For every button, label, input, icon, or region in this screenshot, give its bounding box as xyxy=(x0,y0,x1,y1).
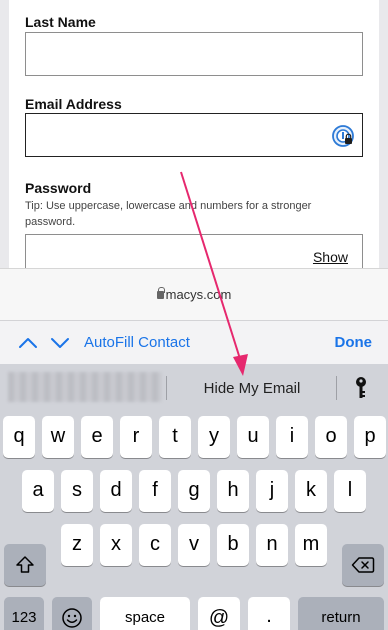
keyboard-accessory-toolbar: AutoFill Contact Done xyxy=(0,320,388,364)
key-b[interactable]: b xyxy=(217,524,249,566)
key-label: s xyxy=(72,479,82,501)
key-f[interactable]: f xyxy=(139,470,171,512)
key-label: d xyxy=(110,479,122,501)
email-label: Email Address xyxy=(25,96,122,112)
return-key-label: return xyxy=(321,609,361,626)
signup-form: Last Name Email Address Password Tip: Us… xyxy=(9,0,379,274)
key-i[interactable]: i xyxy=(276,416,308,458)
key-label: b xyxy=(227,533,239,555)
key-label: a xyxy=(32,479,44,501)
key-label: n xyxy=(266,533,278,555)
key-l[interactable]: l xyxy=(334,470,366,512)
password-tip: Tip: Use uppercase, lowercase and number… xyxy=(25,200,312,228)
space-key-label: space xyxy=(124,609,166,626)
key-label: l xyxy=(347,479,353,501)
key-label: k xyxy=(306,479,316,501)
key-label: o xyxy=(325,425,337,447)
password-label: Password xyxy=(25,180,92,196)
numbers-key[interactable]: 123 xyxy=(4,597,44,630)
key-icon[interactable] xyxy=(350,376,372,400)
ios-keyboard: Hide My Email 123 space @ . return q w e… xyxy=(0,364,388,630)
key-label: x xyxy=(111,533,121,555)
password-manager-icon[interactable] xyxy=(332,125,354,147)
key-label: q xyxy=(13,425,25,447)
last-name-label: Last Name xyxy=(25,14,96,30)
emoji-key[interactable] xyxy=(52,597,92,630)
suggestion-divider xyxy=(336,376,337,400)
key-label: y xyxy=(209,425,219,447)
email-field[interactable] xyxy=(25,113,363,157)
emoji-icon xyxy=(62,608,82,628)
shift-icon xyxy=(16,556,34,573)
safari-address-bar[interactable]: macys.com xyxy=(0,268,388,320)
key-label: r xyxy=(132,425,140,447)
show-password-link[interactable]: Show xyxy=(313,249,348,265)
url-display: macys.com xyxy=(0,287,388,302)
dot-key-label: . xyxy=(266,605,272,627)
key-x[interactable]: x xyxy=(100,524,132,566)
return-key[interactable]: return xyxy=(298,597,384,630)
key-c[interactable]: c xyxy=(139,524,171,566)
key-label: v xyxy=(189,533,199,555)
hide-my-email-suggestion[interactable]: Hide My Email xyxy=(162,380,342,397)
key-t[interactable]: t xyxy=(159,416,191,458)
key-r[interactable]: r xyxy=(120,416,152,458)
key-label: j xyxy=(269,479,275,501)
blurred-email-suggestion[interactable] xyxy=(8,372,162,402)
key-e[interactable]: e xyxy=(81,416,113,458)
key-m[interactable]: m xyxy=(295,524,327,566)
key-d[interactable]: d xyxy=(100,470,132,512)
key-a[interactable]: a xyxy=(22,470,54,512)
key-g[interactable]: g xyxy=(178,470,210,512)
last-name-field[interactable] xyxy=(25,32,363,76)
key-n[interactable]: n xyxy=(256,524,288,566)
key-y[interactable]: y xyxy=(198,416,230,458)
delete-key[interactable] xyxy=(342,544,384,586)
lock-icon xyxy=(156,287,165,299)
chevron-up-icon xyxy=(19,338,37,348)
key-j[interactable]: j xyxy=(256,470,288,512)
key-w[interactable]: w xyxy=(42,416,74,458)
key-label: g xyxy=(188,479,200,501)
key-label: u xyxy=(247,425,259,447)
quicktype-bar: Hide My Email xyxy=(0,364,388,410)
done-button[interactable]: Done xyxy=(335,329,373,357)
dot-key[interactable]: . xyxy=(248,597,290,630)
url-text: macys.com xyxy=(165,287,232,302)
key-o[interactable]: o xyxy=(315,416,347,458)
key-u[interactable]: u xyxy=(237,416,269,458)
key-z[interactable]: z xyxy=(61,524,93,566)
autofill-contact-button[interactable]: AutoFill Contact xyxy=(84,329,190,357)
numbers-key-label: 123 xyxy=(11,609,37,626)
key-p[interactable]: p xyxy=(354,416,386,458)
key-k[interactable]: k xyxy=(295,470,327,512)
key-label: m xyxy=(302,533,320,555)
next-field-button[interactable] xyxy=(48,329,72,357)
previous-field-button[interactable] xyxy=(16,329,40,357)
key-label: f xyxy=(152,479,158,501)
form-background: Last Name Email Address Password Tip: Us… xyxy=(0,0,388,274)
key-label: c xyxy=(150,533,160,555)
key-label: h xyxy=(227,479,239,501)
key-s[interactable]: s xyxy=(61,470,93,512)
at-key-label: @ xyxy=(208,607,230,629)
key-label: i xyxy=(289,425,295,447)
at-key[interactable]: @ xyxy=(198,597,240,630)
key-v[interactable]: v xyxy=(178,524,210,566)
key-label: z xyxy=(72,533,82,555)
key-h[interactable]: h xyxy=(217,470,249,512)
space-key[interactable]: space xyxy=(100,597,190,630)
shift-key[interactable] xyxy=(4,544,46,586)
key-label: t xyxy=(172,425,178,447)
key-label: e xyxy=(91,425,103,447)
key-q[interactable]: q xyxy=(3,416,35,458)
key-label: w xyxy=(50,425,66,447)
chevron-down-icon xyxy=(51,338,69,348)
key-label: p xyxy=(364,425,376,447)
backspace-icon xyxy=(351,557,375,573)
